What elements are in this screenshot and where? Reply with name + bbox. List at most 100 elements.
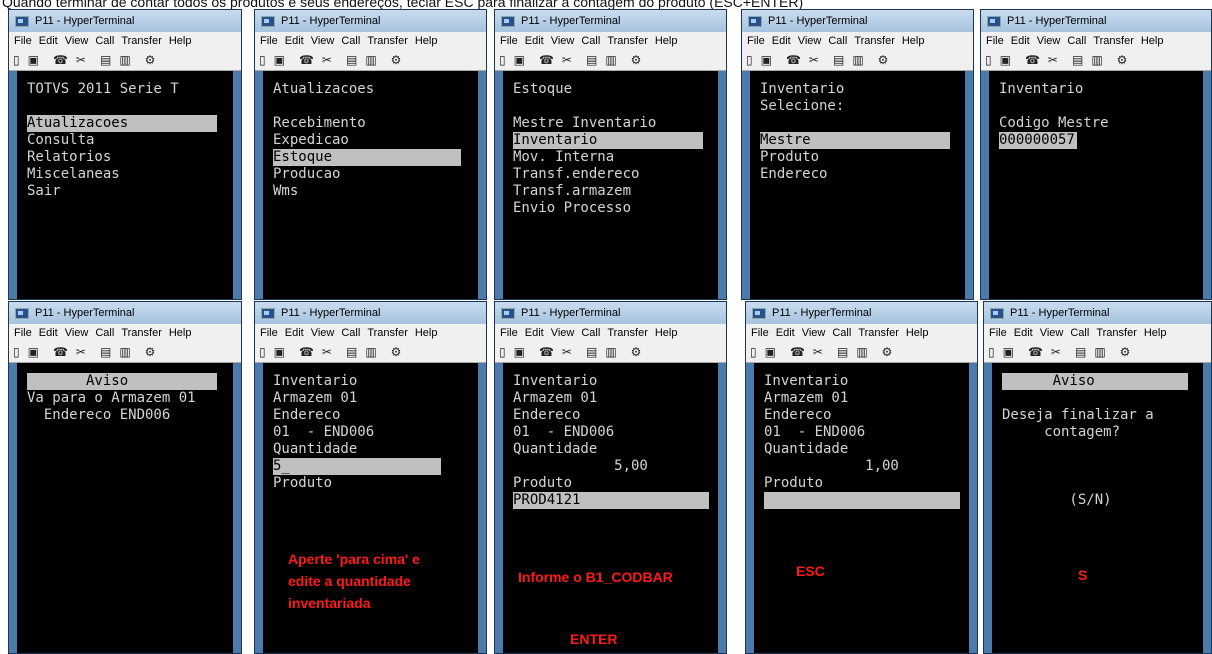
menu-item[interactable]: Help	[415, 35, 438, 47]
menu-item[interactable]: Call	[828, 35, 847, 47]
receive-icon[interactable]: ▥	[605, 53, 616, 67]
menu-item[interactable]: View	[551, 35, 575, 47]
hyperterminal-window[interactable]: P11 - HyperTerminal File Edit View Call Trans…	[494, 9, 727, 300]
menu-item[interactable]: Transfer	[607, 327, 648, 339]
title-bar[interactable]: P11 - HyperTerminal	[981, 10, 1211, 32]
menu-item[interactable]: Help	[1144, 327, 1167, 339]
menu-item[interactable]: Help	[169, 327, 192, 339]
receive-icon[interactable]: ▥	[1094, 345, 1105, 359]
open-icon[interactable]: ▣	[28, 345, 39, 359]
new-icon[interactable]: ▯	[13, 345, 20, 359]
title-bar[interactable]: P11 - HyperTerminal	[255, 302, 486, 324]
menu-item[interactable]: Call	[832, 327, 851, 339]
send-icon[interactable]: ▤	[586, 53, 597, 67]
send-icon[interactable]: ▤	[586, 345, 597, 359]
receive-icon[interactable]: ▥	[365, 53, 376, 67]
phone-icon[interactable]: ☎	[53, 345, 68, 359]
menu-item[interactable]: Transfer	[1093, 35, 1134, 47]
new-icon[interactable]: ▯	[750, 345, 757, 359]
phone-icon[interactable]: ☎	[1028, 345, 1043, 359]
menu-item[interactable]: Edit	[1014, 327, 1033, 339]
menu-item[interactable]: Transfer	[858, 327, 899, 339]
hyperterminal-window[interactable]: P11 - HyperTerminal File Edit View Call Trans…	[8, 301, 242, 654]
open-icon[interactable]: ▣	[274, 53, 285, 67]
terminal-screen[interactable]: Inventario Codigo Mestre 000000057	[981, 71, 1211, 299]
menu-item[interactable]: View	[311, 35, 335, 47]
open-icon[interactable]: ▣	[1000, 53, 1011, 67]
title-bar[interactable]: P11 - HyperTerminal	[742, 10, 973, 32]
menu-item[interactable]: Call	[95, 327, 114, 339]
receive-icon[interactable]: ▥	[852, 53, 863, 67]
send-icon[interactable]: ▤	[837, 345, 848, 359]
menu-item[interactable]: View	[311, 327, 335, 339]
menu-item[interactable]: Call	[581, 35, 600, 47]
phone-icon[interactable]: ☎	[299, 345, 314, 359]
menu-item[interactable]: Help	[902, 35, 925, 47]
menu-item[interactable]: View	[1037, 35, 1061, 47]
menu-item[interactable]: Transfer	[367, 35, 408, 47]
new-icon[interactable]: ▯	[499, 345, 506, 359]
disconnect-icon[interactable]: ✂	[813, 345, 823, 359]
new-icon[interactable]: ▯	[13, 53, 20, 67]
menu-item[interactable]: File	[260, 35, 278, 47]
menu-item[interactable]: Call	[581, 327, 600, 339]
menu-item[interactable]: Edit	[776, 327, 795, 339]
disconnect-icon[interactable]: ✂	[76, 345, 86, 359]
properties-icon[interactable]: ⚙	[145, 53, 156, 67]
terminal-screen[interactable]: TOTVS 2011 Serie T Atualizacoes Consulta Re…	[9, 71, 241, 299]
properties-icon[interactable]: ⚙	[631, 53, 642, 67]
menu-item[interactable]: Transfer	[607, 35, 648, 47]
disconnect-icon[interactable]: ✂	[322, 345, 332, 359]
menu-item[interactable]: Transfer	[121, 35, 162, 47]
menu-item[interactable]: Call	[1070, 327, 1089, 339]
menu-item[interactable]: Edit	[285, 35, 304, 47]
menu-item[interactable]: View	[798, 35, 822, 47]
menu-item[interactable]: Transfer	[854, 35, 895, 47]
menu-item[interactable]: View	[65, 327, 89, 339]
menu-item[interactable]: Transfer	[367, 327, 408, 339]
new-icon[interactable]: ▯	[259, 53, 266, 67]
terminal-screen[interactable]: Inventario Armazem 01 Endereco 01 - END006 Q…	[495, 363, 726, 653]
menu-item[interactable]: Edit	[285, 327, 304, 339]
properties-icon[interactable]: ⚙	[631, 345, 642, 359]
open-icon[interactable]: ▣	[274, 345, 285, 359]
title-bar[interactable]: P11 - HyperTerminal	[255, 10, 486, 32]
phone-icon[interactable]: ☎	[539, 53, 554, 67]
terminal-screen[interactable]: Inventario Armazem 01 Endereco 01 - END006 Q…	[746, 363, 977, 653]
menu-item[interactable]: View	[65, 35, 89, 47]
terminal-screen[interactable]: Inventario Selecione: Mestre Produto Enderec…	[742, 71, 973, 299]
terminal-screen[interactable]: Atualizacoes Recebimento Expedicao Estoque P…	[255, 71, 486, 299]
phone-icon[interactable]: ☎	[786, 53, 801, 67]
menu-item[interactable]: File	[14, 327, 32, 339]
menu-item[interactable]: Edit	[39, 35, 58, 47]
menu-item[interactable]: Help	[415, 327, 438, 339]
new-icon[interactable]: ▯	[499, 53, 506, 67]
open-icon[interactable]: ▣	[761, 53, 772, 67]
receive-icon[interactable]: ▥	[605, 345, 616, 359]
terminal-screen[interactable]: Estoque Mestre Inventario Inventario Mov. I…	[495, 71, 726, 299]
open-icon[interactable]: ▣	[514, 53, 525, 67]
menu-item[interactable]: File	[986, 35, 1004, 47]
menu-item[interactable]: View	[551, 327, 575, 339]
phone-icon[interactable]: ☎	[1025, 53, 1040, 67]
open-icon[interactable]: ▣	[514, 345, 525, 359]
new-icon[interactable]: ▯	[985, 53, 992, 67]
phone-icon[interactable]: ☎	[299, 53, 314, 67]
new-icon[interactable]: ▯	[988, 345, 995, 359]
hyperterminal-window[interactable]: P11 - HyperTerminal File Edit View Call Trans…	[741, 9, 974, 300]
hyperterminal-window[interactable]: P11 - HyperTerminal File Edit View Call Trans…	[983, 301, 1212, 654]
title-bar[interactable]: P11 - HyperTerminal	[9, 10, 241, 32]
menu-item[interactable]: File	[747, 35, 765, 47]
title-bar[interactable]: P11 - HyperTerminal	[495, 302, 726, 324]
menu-item[interactable]: View	[1040, 327, 1064, 339]
receive-icon[interactable]: ▥	[365, 345, 376, 359]
menu-item[interactable]: Edit	[39, 327, 58, 339]
menu-item[interactable]: Call	[95, 35, 114, 47]
title-bar[interactable]: P11 - HyperTerminal	[9, 302, 241, 324]
menu-item[interactable]: Call	[341, 35, 360, 47]
new-icon[interactable]: ▯	[259, 345, 266, 359]
menu-item[interactable]: Transfer	[121, 327, 162, 339]
properties-icon[interactable]: ⚙	[882, 345, 893, 359]
hyperterminal-window[interactable]: P11 - HyperTerminal File Edit View Call Trans…	[745, 301, 978, 654]
menu-item[interactable]: Call	[1067, 35, 1086, 47]
